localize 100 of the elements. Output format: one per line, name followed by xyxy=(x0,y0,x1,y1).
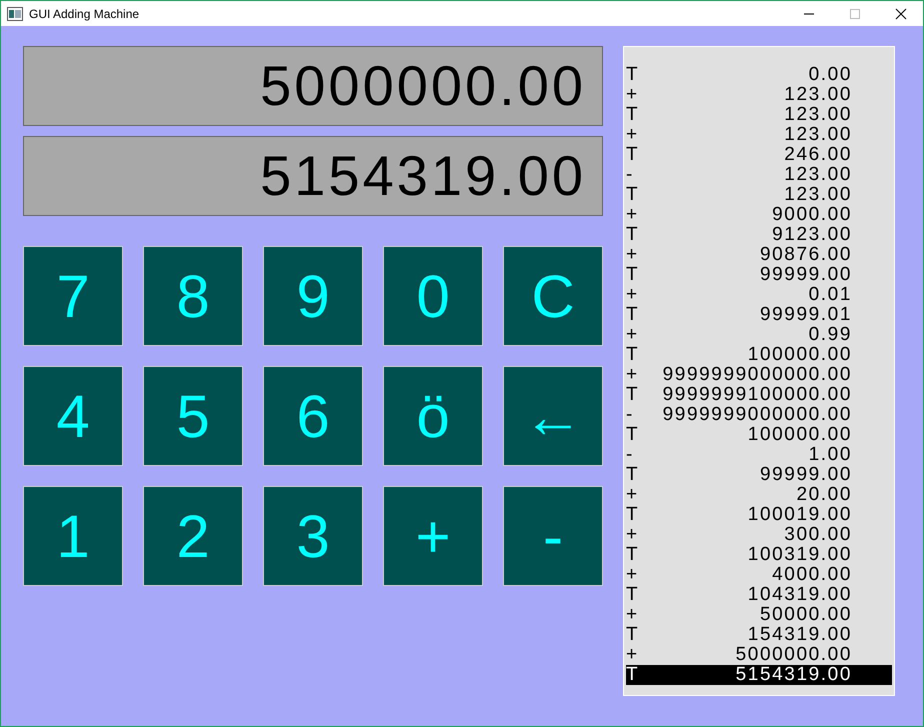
tape-amount: 100000.00 xyxy=(746,425,852,445)
tape-row[interactable]: + 123.00 xyxy=(626,125,892,145)
tape-row[interactable]: T 100000.00 xyxy=(626,425,892,445)
tape-row[interactable]: T 104319.00 xyxy=(626,585,892,605)
tape-operator: + xyxy=(626,85,640,105)
key-button[interactable]: 4 xyxy=(23,366,123,466)
tape-row[interactable]: + 0.01 xyxy=(626,285,892,305)
tape-amount: 123.00 xyxy=(783,185,852,205)
tape-operator: T xyxy=(626,585,640,605)
tape-row[interactable]: T 5154319.00 xyxy=(626,665,892,685)
window-title: GUI Adding Machine xyxy=(29,6,140,20)
tape-row[interactable]: T 99999.00 xyxy=(626,465,892,485)
tape-operator: T xyxy=(626,345,640,365)
tape-amount: 123.00 xyxy=(783,85,852,105)
tape-amount: 9999999100000.00 xyxy=(662,385,852,405)
key-button[interactable]: 0 xyxy=(383,246,483,346)
tape-operator: + xyxy=(626,245,640,265)
tape-row[interactable]: + 9000.00 xyxy=(626,205,892,225)
key-button[interactable]: 7 xyxy=(23,246,123,346)
tape-amount: 100019.00 xyxy=(746,505,852,525)
tape-operator: - xyxy=(626,445,635,465)
tape-row[interactable]: T 99999.01 xyxy=(626,305,892,325)
tape-operator: + xyxy=(626,205,640,225)
tape-row[interactable]: + 0.99 xyxy=(626,325,892,345)
tape-operator: + xyxy=(626,565,640,585)
tape-row[interactable]: T 123.00 xyxy=(626,105,892,125)
key-button[interactable]: ← xyxy=(503,366,603,466)
tape-amount: 123.00 xyxy=(783,125,852,145)
tape-row[interactable]: + 300.00 xyxy=(626,525,892,545)
tape-row[interactable]: + 123.00 xyxy=(626,85,892,105)
tape-amount: 9999999000000.00 xyxy=(662,365,852,385)
tape-operator: + xyxy=(626,325,640,345)
tape-amount: 123.00 xyxy=(783,105,852,125)
tape-operator: T xyxy=(626,465,640,485)
tape-amount: 0.99 xyxy=(808,325,852,345)
tape-row[interactable]: T 100019.00 xyxy=(626,505,892,525)
tape-operator: + xyxy=(626,525,640,545)
tape-amount: 99999.01 xyxy=(758,305,852,325)
key-button[interactable]: 3 xyxy=(263,486,363,586)
tape-row[interactable]: T 123.00 xyxy=(626,185,892,205)
tape-row[interactable]: T 9999999100000.00 xyxy=(626,385,892,405)
key-button[interactable]: C xyxy=(503,246,603,346)
tape-operator: + xyxy=(626,605,640,625)
tape-row[interactable]: T 99999.00 xyxy=(626,265,892,285)
tape-row[interactable]: T 100319.00 xyxy=(626,545,892,565)
tape-operator: + xyxy=(626,485,640,505)
tape-amount: 246.00 xyxy=(783,145,852,165)
key-button[interactable]: - xyxy=(503,486,603,586)
key-button[interactable]: ö xyxy=(383,366,483,466)
key-button[interactable]: 9 xyxy=(263,246,363,346)
tape-operator: T xyxy=(626,305,640,325)
tape-row[interactable]: T 100000.00 xyxy=(626,345,892,365)
tape-row[interactable]: + 90876.00 xyxy=(626,245,892,265)
tape-operator: T xyxy=(626,185,640,205)
tape-amount: 100319.00 xyxy=(746,545,852,565)
key-button[interactable]: 8 xyxy=(143,246,243,346)
tape-row[interactable]: - 9999999000000.00 xyxy=(626,405,892,425)
tape-operator: T xyxy=(626,625,640,645)
app-icon xyxy=(7,6,23,20)
key-button[interactable]: 1 xyxy=(23,486,123,586)
tape-operator: T xyxy=(626,265,640,285)
tape-row[interactable]: T 0.00 xyxy=(626,65,892,85)
tape-amount: 99999.00 xyxy=(758,265,852,285)
tape-operator: T xyxy=(626,425,640,445)
close-icon[interactable] xyxy=(895,8,907,20)
tape-amount: 104319.00 xyxy=(746,585,852,605)
tape-amount: 90876.00 xyxy=(758,245,852,265)
key-button[interactable]: 2 xyxy=(143,486,243,586)
tape-operator: + xyxy=(626,285,640,305)
tape-operator: T xyxy=(626,665,640,685)
tape-amount: 5000000.00 xyxy=(734,645,852,665)
tape-operator: T xyxy=(626,545,640,565)
tape-amount: 50000.00 xyxy=(758,605,852,625)
tape-amount: 99999.00 xyxy=(758,465,852,485)
tape-row[interactable]: T 9123.00 xyxy=(626,225,892,245)
tape-row[interactable]: + 20.00 xyxy=(626,485,892,505)
tape-amount: 154319.00 xyxy=(746,625,852,645)
tape-row[interactable]: T 246.00 xyxy=(626,145,892,165)
key-button[interactable]: 5 xyxy=(143,366,243,466)
tape-row[interactable]: + 50000.00 xyxy=(626,605,892,625)
tape-amount: 9000.00 xyxy=(771,205,852,225)
tape-row[interactable]: T 154319.00 xyxy=(626,625,892,645)
key-button[interactable]: + xyxy=(383,486,483,586)
tape-amount: 5154319.00 xyxy=(734,665,852,685)
tape-operator: T xyxy=(626,65,640,85)
tape-row[interactable]: - 123.00 xyxy=(626,165,892,185)
tape-amount: 1.00 xyxy=(808,445,852,465)
key-button[interactable]: 6 xyxy=(263,366,363,466)
tape-operator: T xyxy=(626,505,640,525)
tape-operator: + xyxy=(626,365,640,385)
tape-row[interactable]: - 1.00 xyxy=(626,445,892,465)
tape-row[interactable]: + 4000.00 xyxy=(626,565,892,585)
tape-amount: 9123.00 xyxy=(771,225,852,245)
tape-amount: 300.00 xyxy=(783,525,852,545)
display-field: 5154319.00 xyxy=(23,136,603,216)
tape-row[interactable]: + 9999999000000.00 xyxy=(626,365,892,385)
tape-amount: 4000.00 xyxy=(771,565,852,585)
tape-row[interactable]: + 5000000.00 xyxy=(626,645,892,665)
tape-operator: T xyxy=(626,385,640,405)
tape-operator: + xyxy=(626,125,640,145)
